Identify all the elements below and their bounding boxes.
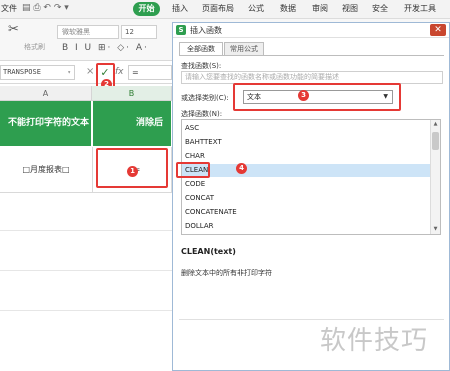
cell-b1[interactable]: 消除后 [93, 101, 172, 146]
insert-function-dialog: S 插入函数 ✕ 全部函数 常用公式 查找函数(S): 请输入您要查找的函数名称… [172, 22, 450, 371]
chevron-down-icon[interactable]: ▾ [67, 66, 71, 79]
formula-input[interactable]: = [128, 65, 172, 80]
tab-insert[interactable]: 插入 [172, 3, 188, 14]
scrollbar-thumb[interactable] [432, 132, 439, 150]
format-buttons[interactable]: B I U ⊞· ◇· A· [62, 43, 149, 53]
function-description: 删除文本中的所有非打印字符 [181, 269, 272, 277]
grid-line [0, 230, 172, 231]
close-icon[interactable]: ✕ [430, 24, 446, 36]
font-name-select[interactable]: 微软雅黑 [57, 25, 119, 39]
fx-icon[interactable]: fx [115, 67, 124, 77]
function-item[interactable]: CONCATENATE [182, 206, 431, 219]
scroll-up-icon[interactable]: ▲ [431, 120, 440, 129]
tab-data[interactable]: 数据 [280, 3, 296, 14]
tab-page-layout[interactable]: 页面布局 [202, 3, 234, 14]
name-box-value: TRANSPOSE [3, 68, 41, 76]
app-logo-icon: S [176, 25, 186, 35]
tab-view[interactable]: 视图 [342, 3, 358, 14]
column-header-a[interactable]: A [0, 86, 92, 101]
menu-file[interactable]: 文件 [1, 3, 17, 14]
grid-line [0, 270, 172, 271]
name-box[interactable]: TRANSPOSE ▾ [0, 65, 75, 80]
dialog-title-bar[interactable]: S 插入函数 ✕ [173, 23, 449, 38]
quick-access-toolbar[interactable]: ▤ ⎙ ↶ ↷ ▾ [22, 3, 69, 13]
watermark: 软件技巧 [320, 326, 429, 356]
function-item[interactable]: CODE [182, 178, 431, 191]
font-size-select[interactable]: 12 [121, 25, 157, 39]
tab-start[interactable]: 开始 [133, 2, 160, 16]
cell-a1[interactable]: 不能打印字符的文本 [0, 101, 92, 146]
function-item[interactable]: BAHTTEXT [182, 136, 431, 149]
cancel-icon[interactable]: × [86, 66, 94, 77]
format-painter-button[interactable]: 格式刷 [24, 42, 45, 52]
function-signature: CLEAN(text) [181, 247, 236, 256]
function-list-scrollbar[interactable]: ▲ ▼ [430, 120, 440, 234]
cell-a2[interactable]: □月度报表□ [0, 147, 93, 193]
dialog-title: 插入函数 [190, 26, 222, 35]
tab-review[interactable]: 审阅 [312, 3, 328, 14]
formula-bar: TRANSPOSE ▾ × ✓ fx = [0, 62, 172, 84]
annotation-badge-4: 4 [236, 163, 247, 174]
grid-line [0, 310, 172, 311]
search-label: 查找函数(S): [181, 62, 222, 70]
tab-divider [179, 55, 444, 56]
function-item[interactable]: DOLLAR [182, 220, 431, 233]
annotation-box-category [233, 83, 401, 111]
function-item[interactable]: CONCAT [182, 192, 431, 205]
tab-common-formulas[interactable]: 常用公式 [224, 42, 264, 56]
function-list[interactable]: ASC BAHTTEXT CHAR CLEAN CODE CONCAT CONC… [181, 119, 441, 235]
scroll-down-icon[interactable]: ▼ [431, 225, 440, 234]
menu-bar: 文件 ▤ ⎙ ↶ ↷ ▾ 开始 插入 页面布局 公式 数据 审阅 视图 安全 开… [0, 0, 450, 19]
tab-security[interactable]: 安全 [372, 3, 388, 14]
column-header-b[interactable]: B [92, 86, 172, 101]
function-item-selected[interactable]: CLEAN [182, 164, 431, 177]
annotation-box-clean [176, 162, 210, 178]
annotation-badge-3: 3 [298, 90, 309, 101]
tab-developer[interactable]: 开发工具 [404, 3, 436, 14]
function-list-label: 选择函数(N): [181, 110, 223, 118]
annotation-badge-1: 1 [127, 166, 138, 177]
tab-formula[interactable]: 公式 [248, 3, 264, 14]
tab-all-functions[interactable]: 全部函数 [179, 42, 223, 56]
cut-icon[interactable]: ✂ [8, 22, 19, 37]
category-label: 或选择类别(C): [181, 94, 229, 102]
function-item[interactable]: ASC [182, 122, 431, 135]
function-item[interactable]: CHAR [182, 150, 431, 163]
